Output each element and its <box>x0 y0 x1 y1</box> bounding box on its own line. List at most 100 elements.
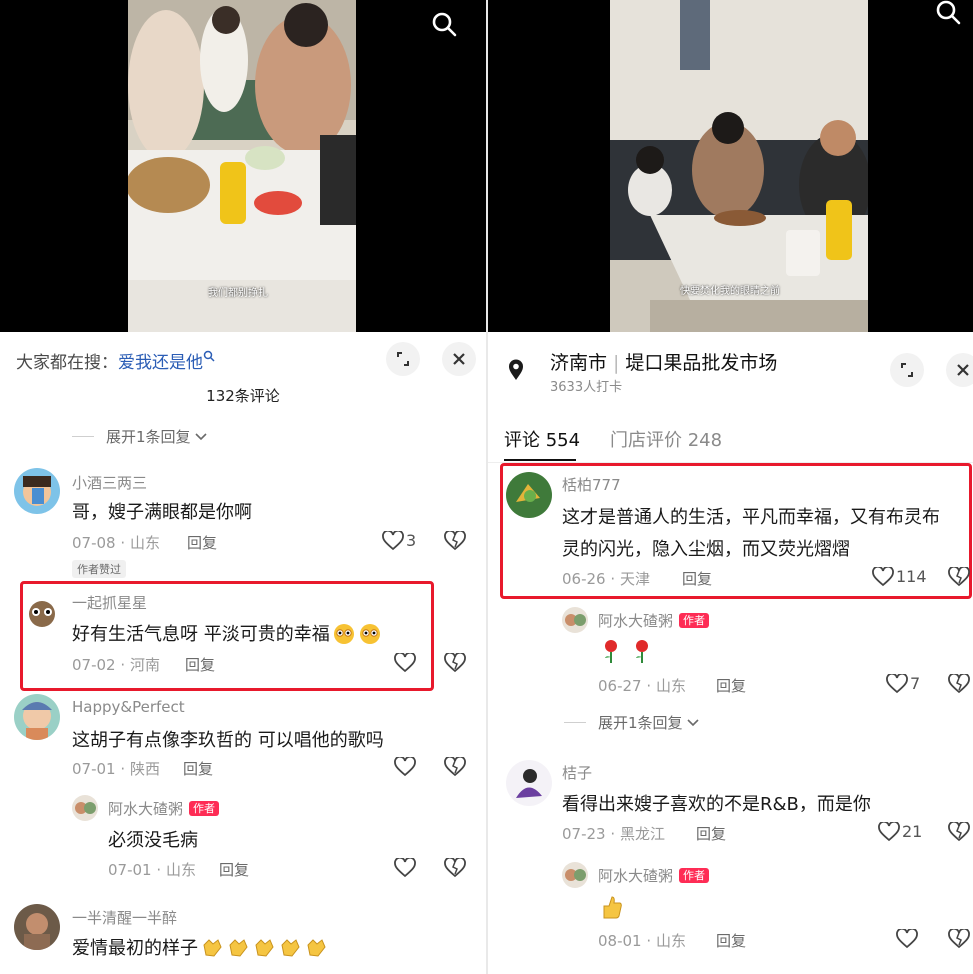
search-suggestion[interactable]: 大家都在搜：爱我还是他 <box>16 348 215 373</box>
comment-username[interactable]: 桔子 <box>562 762 592 783</box>
meta-sep: · <box>610 570 616 588</box>
comment-text-content: 好有生活气息呀 平淡可贵的幸福 <box>72 624 330 645</box>
avatar[interactable] <box>14 468 60 514</box>
dislike-icon[interactable] <box>948 674 970 694</box>
reply-button[interactable]: 回复 <box>187 532 217 553</box>
heart-icon[interactable] <box>394 858 416 878</box>
fullscreen-button[interactable] <box>890 353 924 387</box>
author-avatar[interactable] <box>562 862 588 888</box>
expand-line <box>72 436 94 437</box>
meta-sep: · <box>120 656 126 674</box>
author-avatar[interactable] <box>562 607 588 633</box>
heart-icon[interactable] <box>394 757 416 777</box>
search-prefix: 大家都在搜： <box>16 353 118 373</box>
rose-emojis <box>598 638 655 668</box>
right-screen: 快要焚化我的眼睛之前 济南市 | 堤口果品批发市场 3633人打卡 评论 554 门… <box>488 0 973 974</box>
meta-sep: · <box>120 760 126 778</box>
reply-button[interactable]: 回复 <box>716 930 746 951</box>
reply-button[interactable]: 回复 <box>716 675 746 696</box>
reply-username[interactable]: 阿水大碴粥 作者 <box>598 610 710 631</box>
comment-location: 天津 <box>619 570 650 588</box>
comment-username[interactable]: 栝柏777 <box>562 474 621 495</box>
dislike-icon[interactable] <box>948 567 970 587</box>
reply-button[interactable]: 回复 <box>219 859 249 880</box>
heart-icon[interactable] <box>878 822 900 842</box>
tab-store-reviews[interactable]: 门店评价 248 <box>610 426 722 452</box>
heart-icon[interactable] <box>896 929 918 949</box>
comment-date: 07-02 <box>72 656 116 674</box>
comment-count: 132条评论 <box>206 387 280 405</box>
search-term[interactable]: 爱我还是他 <box>118 353 203 373</box>
dislike-icon[interactable] <box>444 757 466 777</box>
avatar[interactable] <box>14 694 60 740</box>
close-button[interactable] <box>946 353 973 387</box>
author-avatar[interactable] <box>72 795 98 821</box>
comment-date: 07-23 <box>562 825 606 843</box>
tab-comments[interactable]: 评论 554 <box>504 426 580 452</box>
clap-emoji-icon <box>229 939 248 957</box>
clap-emoji-icon <box>307 939 326 957</box>
heart-icon[interactable] <box>382 531 404 551</box>
dislike-icon[interactable] <box>444 653 466 673</box>
comment-text-content: 爱情最初的样子 <box>72 938 198 959</box>
avatar[interactable] <box>506 472 552 518</box>
reply-date: 06-27 <box>598 677 642 695</box>
location-pin-icon <box>509 359 523 380</box>
comment-meta: 06-26 · 天津 <box>562 568 650 589</box>
comment-username[interactable]: 一半清醒一半醉 <box>72 907 177 928</box>
reply-username-label: 阿水大碴粥 <box>108 800 184 818</box>
reply-button[interactable]: 回复 <box>696 823 726 844</box>
active-tab-indicator <box>504 459 576 461</box>
reply-username[interactable]: 阿水大碴粥 作者 <box>108 798 220 819</box>
fullscreen-button[interactable] <box>386 342 420 376</box>
dislike-icon[interactable] <box>948 929 970 949</box>
comment-date: 06-26 <box>562 570 606 588</box>
clap-emoji-icon <box>255 939 274 957</box>
expand-line <box>564 722 586 723</box>
reply-meta: 06-27 · 山东 <box>598 675 686 696</box>
close-icon <box>957 364 969 376</box>
close-button[interactable] <box>442 342 476 376</box>
reply-location: 山东 <box>655 932 686 950</box>
location-title[interactable]: 济南市 | 堤口果品批发市场 <box>550 348 777 375</box>
search-icon[interactable] <box>430 10 458 38</box>
search-icon[interactable] <box>934 0 962 26</box>
comment-meta: 07-02 · 河南 <box>72 654 160 675</box>
video-caption: 我们都别挣扎 <box>208 288 268 299</box>
heart-icon[interactable] <box>886 674 908 694</box>
avatar[interactable] <box>14 904 60 950</box>
comment-text-line2: 灵的闪光，隐入尘烟，而又荧光熠熠 <box>562 539 850 560</box>
comment-username[interactable]: 小酒三两三 <box>72 472 147 493</box>
expand-replies[interactable]: 展开1条回复 <box>106 426 207 447</box>
avatar[interactable] <box>506 760 552 806</box>
reply-button[interactable]: 回复 <box>185 654 215 675</box>
dislike-icon[interactable] <box>948 822 970 842</box>
reply-date: 08-01 <box>598 932 642 950</box>
comment-username[interactable]: 一起抓星星 <box>72 592 147 613</box>
heart-icon[interactable] <box>394 653 416 673</box>
meta-sep: · <box>646 932 652 950</box>
comments-sheet: 大家都在搜：爱我还是他 132条评论 展开1条回复 小酒三两三 哥，嫂子满眼都是… <box>0 332 486 974</box>
reply-button[interactable]: 回复 <box>183 758 213 779</box>
dislike-icon[interactable] <box>444 858 466 878</box>
expand-replies[interactable]: 展开1条回复 <box>598 712 699 733</box>
expand-icon <box>901 363 913 377</box>
video-player[interactable]: 快要焚化我的眼睛之前 <box>488 0 973 332</box>
avatar[interactable] <box>24 594 60 630</box>
comment-location: 河南 <box>129 656 160 674</box>
reply-button[interactable]: 回复 <box>682 568 712 589</box>
reply-text: 必须没毛病 <box>108 830 198 851</box>
comment-username[interactable]: Happy&Perfect <box>72 698 185 716</box>
comment-date: 07-08 <box>72 534 116 552</box>
reply-username[interactable]: 阿水大碴粥 作者 <box>598 865 710 886</box>
heart-icon[interactable] <box>872 567 894 587</box>
like-count: 3 <box>406 531 417 550</box>
location-city: 济南市 <box>550 352 608 374</box>
comment-meta: 07-01 · 陕西 <box>72 758 160 779</box>
video-player[interactable]: 我们都别挣扎 <box>0 0 486 332</box>
left-screen: 我们都别挣扎 大家都在搜：爱我还是他 132条评论 展开1条回复 小酒三两三 哥… <box>0 0 486 974</box>
dislike-icon[interactable] <box>444 531 466 551</box>
chevron-down-icon <box>687 719 699 727</box>
author-badge: 作者 <box>679 868 710 883</box>
comment-text: 爱情最初的样子 <box>72 934 328 960</box>
